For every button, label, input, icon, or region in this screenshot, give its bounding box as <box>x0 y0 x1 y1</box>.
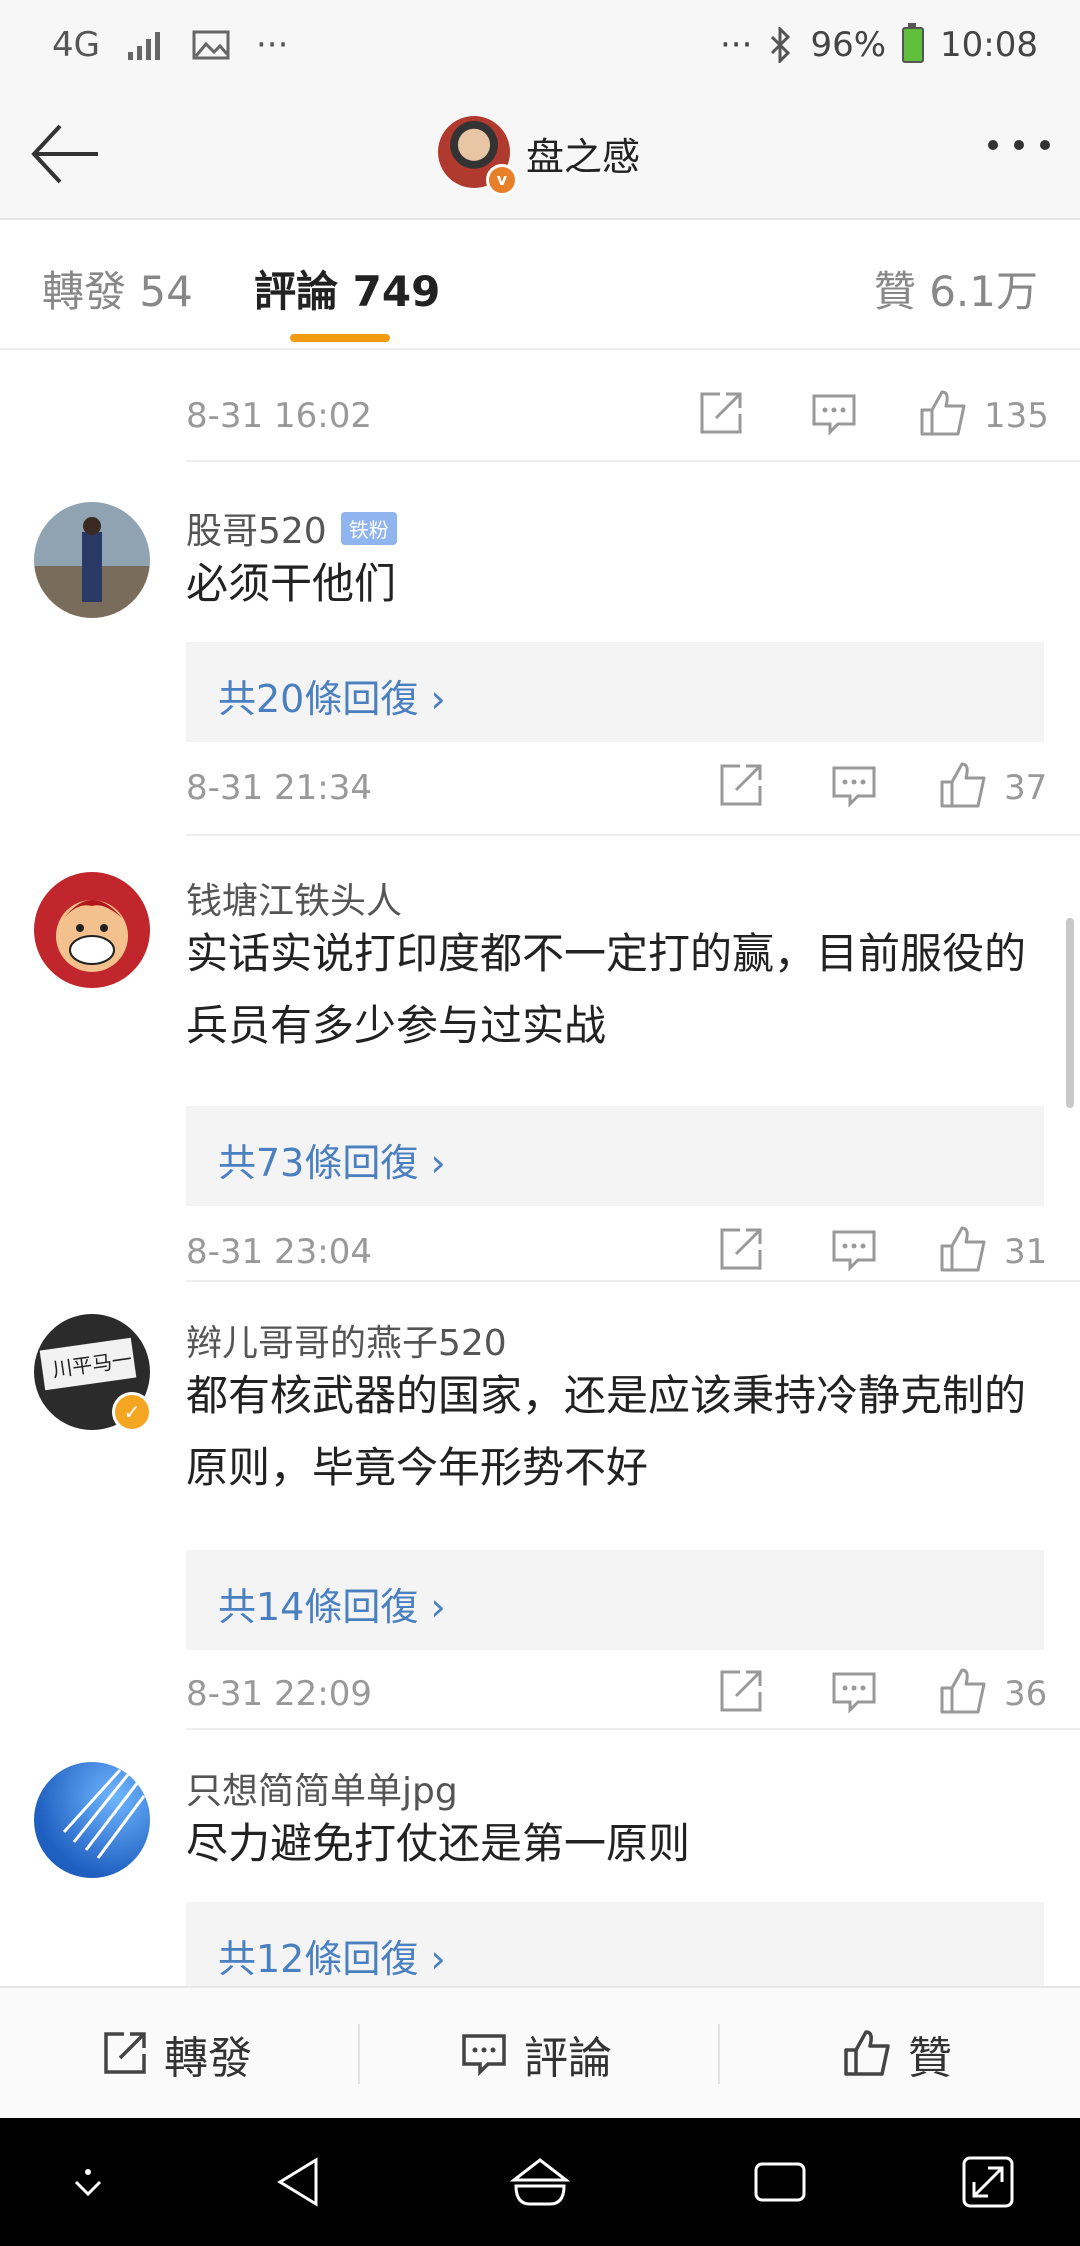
bottom-action-bar: 轉發 評論 贊 <box>0 1986 1080 2120</box>
divider <box>186 834 1080 836</box>
clock: 10:08 <box>940 25 1038 65</box>
comment-feed[interactable]: 8-31 16:02 135 股哥520 铁粉 必须干他们 共20條回復 › 8-… <box>0 350 1080 1986</box>
comment-meta: 8-31 23:04 31 <box>186 1224 1048 1284</box>
verified-icon: v <box>486 164 518 196</box>
scrollbar[interactable] <box>1066 918 1074 1108</box>
comment-button[interactable]: 評論 <box>458 1988 612 2120</box>
share-icon[interactable] <box>714 1666 766 1718</box>
user-avatar[interactable] <box>34 502 150 618</box>
replies-link[interactable]: 共12條回復 › <box>186 1902 1044 1986</box>
status-bar: 4G ··· ··· 96% 10:08 <box>0 0 1080 90</box>
comment-meta: 8-31 21:34 37 <box>186 760 1048 820</box>
tab-underline <box>290 334 390 342</box>
replies-link[interactable]: 共20條回復 › <box>186 642 1044 742</box>
system-nav-bar <box>0 2118 1080 2246</box>
comment-time: 8-31 23:04 <box>186 1232 372 1272</box>
like-icon[interactable] <box>938 760 990 812</box>
status-more: ··· <box>255 25 289 65</box>
comment-icon[interactable] <box>828 1666 880 1718</box>
replies-link[interactable]: 共73條回復 › <box>186 1106 1044 1206</box>
like-icon[interactable] <box>918 388 970 440</box>
back-arrow-icon[interactable] <box>30 118 102 190</box>
repost-button[interactable]: 轉發 <box>98 1988 252 2120</box>
dropdown-icon[interactable] <box>58 2152 118 2212</box>
divider <box>358 2024 360 2084</box>
like-count: 135 <box>984 396 1049 436</box>
like-icon <box>844 2030 890 2076</box>
expand-icon[interactable] <box>958 2152 1018 2212</box>
user-avatar[interactable] <box>34 872 150 988</box>
user-avatar[interactable] <box>34 1762 150 1878</box>
nav-bar: v 盘之感 <box>0 90 1080 220</box>
comment-time: 8-31 16:02 <box>186 396 372 436</box>
comment-text: 都有核武器的国家，还是应该秉持冷静克制的原则，毕竟今年形势不好 <box>186 1371 1027 1492</box>
comment-text: 实话实说打印度都不一定打的赢，目前服役的兵员有多少参与过实战 <box>186 929 1027 1050</box>
comment-text: 必须干他们 <box>186 559 397 608</box>
battery-level: 96% <box>810 25 887 65</box>
divider <box>186 1280 1080 1282</box>
share-icon[interactable] <box>714 760 766 812</box>
tab-comments[interactable]: 評論 749 <box>254 258 440 319</box>
bluetooth-icon <box>771 27 791 63</box>
home-icon[interactable] <box>510 2152 570 2212</box>
fan-badge: 铁粉 <box>340 512 397 545</box>
image-icon <box>192 30 230 60</box>
comment-text: 尽力避免打仗还是第一原则 <box>186 1819 691 1868</box>
like-count: 37 <box>1004 768 1048 808</box>
replies-link[interactable]: 共14條回復 › <box>186 1550 1044 1650</box>
like-icon[interactable] <box>938 1224 990 1276</box>
username[interactable]: 股哥520 <box>186 511 327 552</box>
more-dots-icon[interactable] <box>988 140 1050 150</box>
status-right-more: ··· <box>720 25 753 65</box>
username[interactable]: 只想简简单单jpg <box>186 1762 458 1814</box>
username[interactable]: 辫儿哥哥的燕子520 <box>186 1314 507 1366</box>
comment-icon[interactable] <box>828 1224 880 1276</box>
repost-icon <box>104 2032 146 2074</box>
comment-meta: 8-31 22:09 36 <box>186 1666 1048 1726</box>
share-icon[interactable] <box>694 388 746 440</box>
verified-icon: ✓ <box>112 1392 152 1432</box>
comment-meta: 8-31 16:02 135 <box>186 388 1049 448</box>
comment-icon[interactable] <box>808 388 860 440</box>
signal-icon <box>127 32 160 60</box>
comment-time: 8-31 21:34 <box>186 768 372 808</box>
battery-icon <box>902 23 925 63</box>
back-icon[interactable] <box>270 2152 330 2212</box>
comment-icon <box>462 2034 506 2077</box>
like-button[interactable]: 贊 <box>842 1988 952 2120</box>
like-icon[interactable] <box>938 1666 990 1718</box>
network-indicator: 4G <box>52 25 100 65</box>
tabs: 轉發 54 評論 749 贊 6.1万 <box>0 220 1080 350</box>
comment-time: 8-31 22:09 <box>186 1674 372 1714</box>
username[interactable]: 钱塘江铁头人 <box>186 872 402 924</box>
page-title: 盘之感 <box>526 135 641 179</box>
like-count: 36 <box>1004 1674 1048 1714</box>
comment-icon[interactable] <box>828 760 880 812</box>
share-icon[interactable] <box>714 1224 766 1276</box>
divider <box>186 460 1080 462</box>
like-count: 31 <box>1004 1232 1048 1272</box>
recents-icon[interactable] <box>750 2152 810 2212</box>
tab-likes[interactable]: 贊 6.1万 <box>874 258 1038 319</box>
divider <box>186 1728 1080 1730</box>
tab-repost[interactable]: 轉發 54 <box>42 258 193 319</box>
divider <box>718 2024 720 2084</box>
